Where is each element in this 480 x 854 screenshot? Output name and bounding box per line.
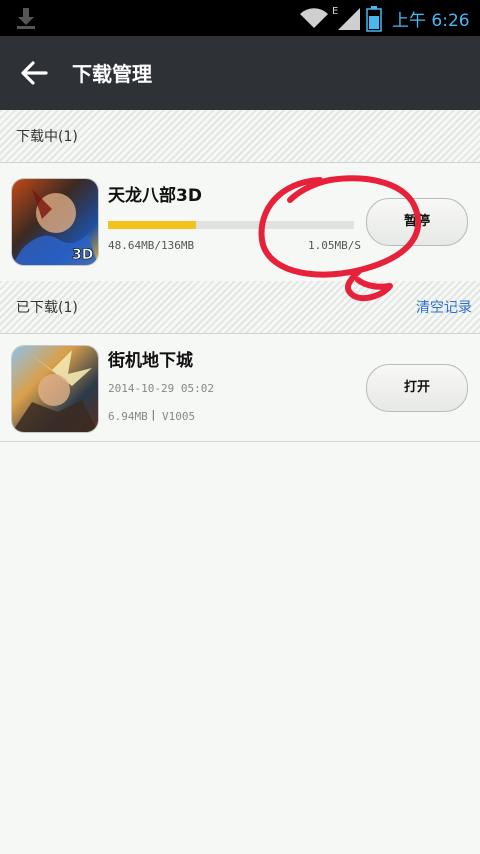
app-size: 6.94MB <box>108 410 148 423</box>
downloading-label: 下载中(1) <box>16 129 78 145</box>
app-icon-badge: 3D <box>72 247 93 263</box>
app-icon-tianlong: 3D <box>12 179 98 265</box>
open-button[interactable]: 打开 <box>366 364 468 412</box>
download-notify-icon <box>17 8 35 29</box>
downloaded-label: 已下载(1) <box>16 300 78 316</box>
size-version-separator: | <box>150 408 157 421</box>
status-time: 上午 6:26 <box>392 11 470 31</box>
app-version: V1005 <box>162 410 196 423</box>
back-arrow-icon[interactable] <box>20 60 48 86</box>
downloaded-item: 街机地下城 2014-10-29 05:02 6.94MB | V1005 打开 <box>0 334 480 440</box>
wifi-icon <box>300 8 328 28</box>
list-divider <box>0 441 480 442</box>
signal-icon: E <box>332 6 360 30</box>
downloaded-section-header: 已下载(1) 清空记录 <box>0 281 480 334</box>
download-progress-fill <box>108 221 196 229</box>
downloading-item: 3D 天龙八部3D 48.64MB/136MB 1.05MB/S 暂停 <box>0 163 480 280</box>
pause-button[interactable]: 暂停 <box>366 198 468 246</box>
status-bar: E 上午 6:26 <box>0 0 480 36</box>
downloading-section-header: 下载中(1) <box>0 110 480 163</box>
download-speed: 1.05MB/S <box>308 239 361 252</box>
action-bar: 下载管理 <box>0 36 480 110</box>
app-name: 天龙八部3D <box>108 186 202 206</box>
page-title: 下载管理 <box>72 62 152 86</box>
download-progress-bar <box>108 221 354 229</box>
battery-icon <box>366 6 382 32</box>
app-name: 街机地下城 <box>108 351 193 371</box>
app-icon-jieji <box>12 346 98 432</box>
clear-records-link[interactable]: 清空记录 <box>416 297 472 317</box>
download-date: 2014-10-29 05:02 <box>108 382 214 395</box>
download-size: 48.64MB/136MB <box>108 239 195 252</box>
network-type-label: E <box>332 6 338 17</box>
